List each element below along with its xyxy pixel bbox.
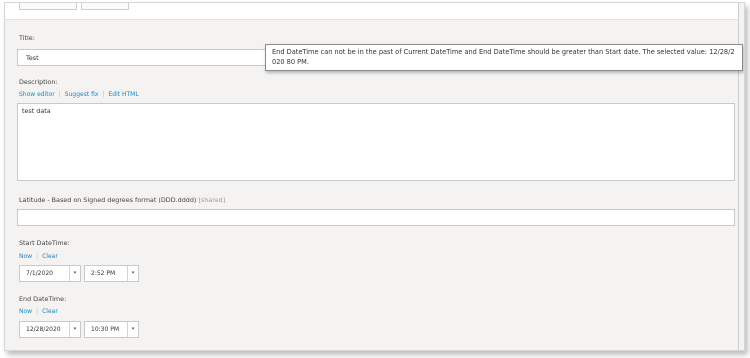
end-now-link[interactable]: Now: [19, 308, 32, 315]
form-panel: Title: Test Description: Show editor | Sug…: [4, 2, 745, 351]
title-label: Title:: [19, 34, 35, 42]
validation-tooltip: End DateTime can not be in the past of C…: [265, 44, 743, 71]
latitude-label-text: Latitude - Based on Signed degrees forma…: [19, 196, 197, 204]
start-datetime-label: Start DateTime:: [19, 239, 70, 247]
dropdown-icon[interactable]: ▾: [127, 322, 138, 337]
start-time-value: 2:52 PM: [91, 270, 116, 277]
start-now-link[interactable]: Now: [19, 253, 32, 260]
title-input[interactable]: Test: [17, 49, 277, 66]
link-separator: |: [102, 91, 105, 98]
end-date-value: 12/28/2020: [26, 326, 61, 333]
end-time-select[interactable]: 10:30 PM ▾: [84, 321, 139, 338]
latitude-input[interactable]: [17, 209, 735, 226]
toolbar-stub[interactable]: [19, 3, 77, 10]
editor-links: Show editor | Suggest fix | Edit HTML: [19, 91, 139, 98]
toolbar-stub[interactable]: [81, 3, 129, 10]
start-time-select[interactable]: 2:52 PM ▾: [84, 265, 139, 282]
link-separator: |: [36, 253, 39, 260]
dropdown-icon[interactable]: ▾: [69, 266, 80, 281]
end-date-select[interactable]: 12/28/2020 ▾: [19, 321, 81, 338]
dropdown-icon[interactable]: ▾: [127, 266, 138, 281]
start-date-value: 7/1/2020: [26, 270, 53, 277]
edit-html-link[interactable]: Edit HTML: [108, 91, 138, 98]
suggest-fix-link[interactable]: Suggest fix: [65, 91, 99, 98]
start-clear-link[interactable]: Clear: [42, 253, 58, 260]
start-links: Now | Clear: [19, 253, 58, 260]
description-value: test data: [22, 107, 51, 115]
dropdown-icon[interactable]: ▾: [69, 322, 80, 337]
description-textarea[interactable]: test data: [17, 103, 735, 181]
end-clear-link[interactable]: Clear: [42, 308, 58, 315]
link-separator: |: [58, 91, 61, 98]
shared-tag: [shared]: [198, 196, 226, 204]
end-time-value: 10:30 PM: [91, 326, 119, 333]
end-links: Now | Clear: [19, 308, 58, 315]
start-date-select[interactable]: 7/1/2020 ▾: [19, 265, 81, 282]
show-editor-link[interactable]: Show editor: [19, 91, 55, 98]
description-label: Description:: [19, 78, 58, 86]
top-toolbar-strip: [5, 3, 738, 20]
end-datetime-label: End DateTime:: [19, 295, 67, 303]
latitude-label: Latitude - Based on Signed degrees forma…: [19, 196, 225, 204]
link-separator: |: [36, 308, 39, 315]
title-input-value: Test: [26, 54, 39, 62]
